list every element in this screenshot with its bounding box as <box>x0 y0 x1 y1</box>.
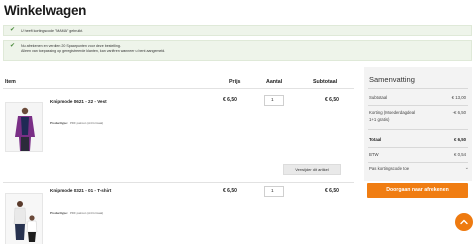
discount-label-line2: 1+1 gratis) <box>369 117 390 122</box>
divider <box>368 162 468 163</box>
total-value: € 6,50 <box>454 137 466 142</box>
product-illustration <box>6 194 42 244</box>
column-header-qty: Aantal <box>266 79 283 85</box>
product-price: € 6,50 <box>223 97 237 103</box>
arrow-up-icon <box>460 219 468 225</box>
apply-coupon-toggle[interactable]: Pas kortingscode toe ⌄ <box>369 165 469 171</box>
divider <box>3 88 354 89</box>
message-text-line2: Alleen van toepassing op geregistreerde … <box>21 49 166 53</box>
product-image[interactable] <box>5 193 43 244</box>
points-message: ✔ Nu afrekenen en verdien 20 Spaarpunten… <box>3 40 472 61</box>
product-illustration <box>6 103 42 151</box>
product-type-label: Producttype: <box>50 211 68 215</box>
divider <box>368 147 468 148</box>
scroll-to-top-button[interactable] <box>455 213 473 231</box>
product-subtotal: € 6,50 <box>325 97 339 103</box>
divider <box>368 88 468 89</box>
remove-item-button[interactable]: Verwijder dit artikel <box>283 164 341 175</box>
product-type-label: Producttype: <box>50 121 68 125</box>
column-header-item: Item <box>5 79 16 85</box>
subtotal-value: € 13,00 <box>451 95 466 100</box>
check-icon: ✔ <box>10 27 16 33</box>
discount-value: -€ 6,50 <box>452 110 466 115</box>
column-header-price: Prijs <box>229 79 241 85</box>
chevron-down-icon: ⌄ <box>464 165 469 171</box>
divider <box>368 105 468 106</box>
checkout-button[interactable]: Doorgaan naar afrekenen <box>367 183 468 198</box>
product-type-value: PDF patroon (A4 formaat) <box>70 211 104 215</box>
vat-value: € 0,54 <box>454 152 466 157</box>
order-summary: Samenvatting Subtotaal € 13,00 Korting (… <box>364 67 472 181</box>
coupon-label: Pas kortingscode toe <box>369 166 410 171</box>
subtotal-label: Subtotaal <box>369 95 388 100</box>
product-price: € 6,50 <box>223 188 237 194</box>
divider <box>3 182 354 183</box>
product-image[interactable] <box>5 102 43 152</box>
page-title: Winkelwagen <box>4 3 87 18</box>
summary-title: Samenvatting <box>369 75 415 84</box>
quantity-input[interactable]: 1 <box>264 186 284 197</box>
discount-label: Korting (Moederdagdeal <box>369 110 416 115</box>
vat-label: BTW <box>369 152 379 157</box>
divider <box>368 129 468 130</box>
quantity-input[interactable]: 1 <box>264 95 284 106</box>
product-name[interactable]: Knipmode 0321 - 01 - T-shirt <box>50 188 111 193</box>
product-name[interactable]: Knipmode 0621 - 22 - Vest <box>50 99 107 104</box>
column-header-subtotal: Subtotaal <box>313 79 338 85</box>
total-label: Totaal <box>369 137 382 142</box>
check-icon: ✔ <box>10 43 16 49</box>
success-message: ✔ U heeft kortingscode "MAMA" gebruikt. <box>3 25 472 36</box>
product-subtotal: € 6,50 <box>325 188 339 194</box>
message-text: U heeft kortingscode "MAMA" gebruikt. <box>21 29 84 33</box>
product-type-value: PDF patroon (A4 formaat) <box>70 121 104 125</box>
